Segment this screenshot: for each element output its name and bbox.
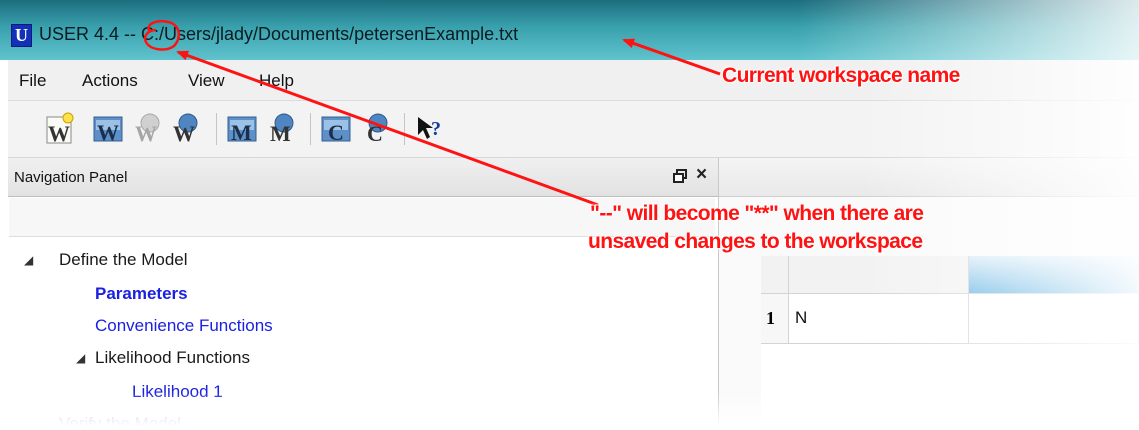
close-panel-icon[interactable]: × <box>696 165 707 185</box>
navigation-filter-field[interactable] <box>9 198 715 237</box>
menu-view[interactable]: View <box>188 71 225 91</box>
svg-text:C: C <box>328 120 344 145</box>
menu-file[interactable]: File <box>19 71 46 91</box>
tree-item-convenience-functions[interactable]: Convenience Functions <box>95 316 273 336</box>
save-computation-icon[interactable]: C <box>360 111 392 145</box>
window-title: USER 4.4 -- C:/Users/jlady/Documents/pet… <box>39 24 519 44</box>
tree-item-likelihood-1[interactable]: Likelihood 1 <box>132 382 223 402</box>
toolbar: W W W W M M C C ? <box>8 101 1139 158</box>
save-workspace-as-icon[interactable]: W <box>170 111 202 145</box>
navigation-panel-header: Navigation Panel × <box>8 158 718 197</box>
svg-text:W: W <box>48 121 70 145</box>
open-workspace-icon[interactable]: W <box>92 111 124 145</box>
open-computation-icon[interactable]: C <box>320 111 352 145</box>
svg-text:C: C <box>367 121 383 145</box>
title-bar[interactable]: U USER 4.4 -- C:/Users/jlady/Documents/p… <box>0 0 1139 60</box>
collapse-triangle-icon[interactable]: ◢ <box>76 351 85 365</box>
menu-help[interactable]: Help <box>259 71 294 91</box>
app-logo-icon: U <box>11 24 32 47</box>
float-panel-icon[interactable] <box>672 168 688 184</box>
column-header[interactable] <box>789 256 969 294</box>
application-window: U USER 4.4 -- C:/Users/jlady/Documents/p… <box>0 0 1139 430</box>
save-workspace-icon[interactable]: W <box>132 111 164 145</box>
navigation-panel: Navigation Panel × ◢ Define the Model Pa… <box>8 158 719 430</box>
grid-cell-value: N <box>795 308 808 327</box>
tree-item-verify-model[interactable]: Verify the Model <box>59 414 181 430</box>
menu-actions[interactable]: Actions <box>82 71 138 91</box>
svg-text:M: M <box>270 121 291 145</box>
new-workspace-icon[interactable]: W <box>44 111 76 145</box>
tree-item-parameters[interactable]: Parameters <box>95 284 188 304</box>
row-number: 1 <box>766 308 775 328</box>
editor-area: 1 N <box>719 158 1139 430</box>
svg-text:M: M <box>231 120 252 145</box>
save-model-icon[interactable]: M <box>266 111 298 145</box>
row-header[interactable]: 1 <box>761 294 789 344</box>
grid-cell[interactable]: N <box>789 294 969 344</box>
tree-item-likelihood-functions[interactable]: Likelihood Functions <box>95 348 250 368</box>
selected-column-header[interactable] <box>969 256 1139 294</box>
data-grid: 1 N <box>761 256 1139 430</box>
navigation-panel-title: Navigation Panel <box>14 169 128 186</box>
editor-header <box>719 158 1139 197</box>
collapse-triangle-icon[interactable]: ◢ <box>24 253 33 267</box>
tree-item-define-model[interactable]: Define the Model <box>59 250 188 270</box>
grid-cell[interactable] <box>969 294 1139 344</box>
menu-bar: File Actions View Help <box>8 60 1139 101</box>
svg-text:W: W <box>135 121 157 145</box>
svg-text:W: W <box>173 121 195 145</box>
svg-text:?: ? <box>431 118 441 140</box>
svg-text:W: W <box>97 120 119 145</box>
context-help-icon[interactable]: ? <box>414 111 446 145</box>
open-model-icon[interactable]: M <box>226 111 258 145</box>
